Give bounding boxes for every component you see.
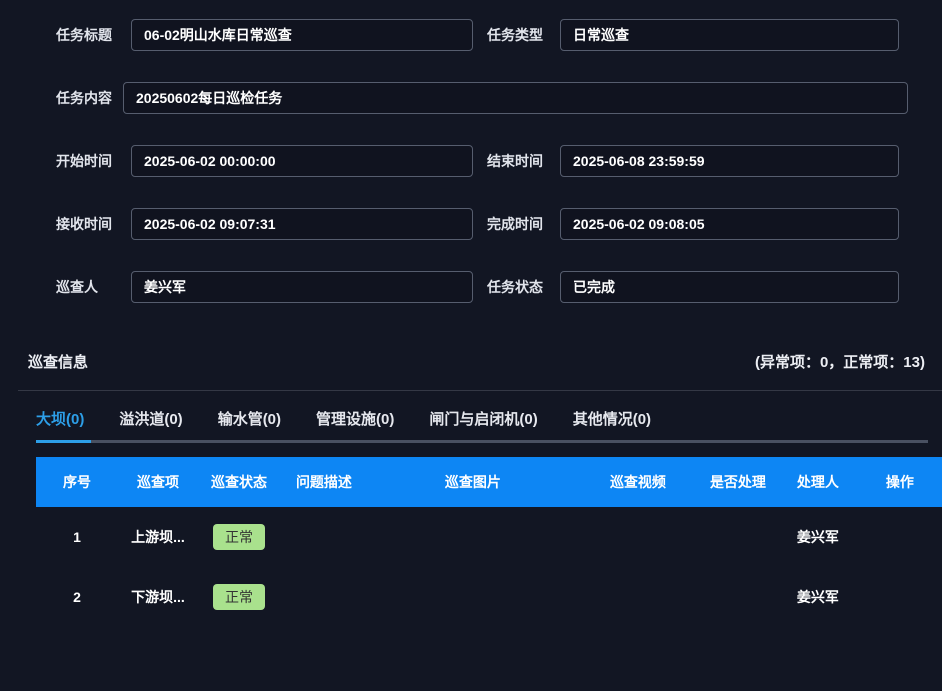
col-header-status: 巡查状态 [198,472,280,492]
row-item: 下游坝... [118,587,198,607]
abnormal-normal-counter: (异常项：0，正常项：13) [755,351,925,372]
col-header-item: 巡查项 [118,472,198,492]
row-status: 正常 [198,524,280,550]
task-status-label: 任务状态 [483,277,560,297]
col-header-pictures: 巡查图片 [368,472,578,492]
task-title-input[interactable] [131,19,473,51]
table-row: 1 上游坝... 正常 姜兴军 [36,507,942,567]
finish-time-input[interactable] [560,208,899,240]
inspector-input[interactable] [131,271,473,303]
tab-shushuiguan[interactable]: 输水管(0) [218,408,281,429]
section-title: 巡查信息 [28,351,88,372]
row-item: 上游坝... [118,527,198,547]
form-row-start-end: 开始时间 结束时间 [0,145,942,177]
form-row-content: 任务内容 [0,82,942,114]
task-title-label: 任务标题 [56,25,131,45]
tab-guanlisheshi[interactable]: 管理设施(0) [316,408,394,429]
col-header-desc: 问题描述 [280,472,368,492]
row-status: 正常 [198,584,280,610]
end-time-label: 结束时间 [483,151,560,171]
row-no: 2 [36,589,118,605]
receive-time-label: 接收时间 [56,214,131,234]
task-type-input[interactable] [560,19,899,51]
inspection-table: 序号 巡查项 巡查状态 问题描述 巡查图片 巡查视频 是否处理 处理人 操作 1… [36,457,942,627]
inspection-info-header: 巡查信息 (异常项：0，正常项：13) [0,334,942,374]
table-header-row: 序号 巡查项 巡查状态 问题描述 巡查图片 巡查视频 是否处理 处理人 操作 [36,457,942,507]
task-status-input[interactable] [560,271,899,303]
category-tabs: 大坝(0) 溢洪道(0) 输水管(0) 管理设施(0) 闸门与启闭机(0) 其他… [0,391,942,429]
row-handler: 姜兴军 [778,587,858,607]
col-header-no: 序号 [36,472,118,492]
form-row-inspector-status: 巡查人 任务状态 [0,271,942,303]
status-badge: 正常 [213,524,265,550]
finish-time-label: 完成时间 [483,214,560,234]
tab-qita[interactable]: 其他情况(0) [573,408,651,429]
row-handler: 姜兴军 [778,527,858,547]
start-time-input[interactable] [131,145,473,177]
form-row-receive-finish: 接收时间 完成时间 [0,208,942,240]
tab-daba[interactable]: 大坝(0) [36,408,84,429]
task-detail-page: 任务标题 任务类型 任务内容 开始时间 结束时间 接收时间 完成时间 巡查人 任… [0,0,942,691]
end-time-input[interactable] [560,145,899,177]
form-row-title-type: 任务标题 任务类型 [0,19,942,51]
receive-time-input[interactable] [131,208,473,240]
inspector-label: 巡查人 [56,277,131,297]
table-row: 2 下游坝... 正常 姜兴军 [36,567,942,627]
status-badge: 正常 [213,584,265,610]
col-header-handled: 是否处理 [698,472,778,492]
task-type-label: 任务类型 [483,25,560,45]
task-content-label: 任务内容 [56,88,123,108]
tab-underline-track [36,440,928,443]
task-content-input[interactable] [123,82,908,114]
active-tab-indicator [36,440,91,443]
tab-zhamen[interactable]: 闸门与启闭机(0) [429,408,537,429]
start-time-label: 开始时间 [56,151,131,171]
col-header-handler: 处理人 [778,472,858,492]
col-header-actions: 操作 [858,472,942,492]
row-no: 1 [36,529,118,545]
col-header-videos: 巡查视频 [578,472,698,492]
tab-yihongdao[interactable]: 溢洪道(0) [119,408,182,429]
